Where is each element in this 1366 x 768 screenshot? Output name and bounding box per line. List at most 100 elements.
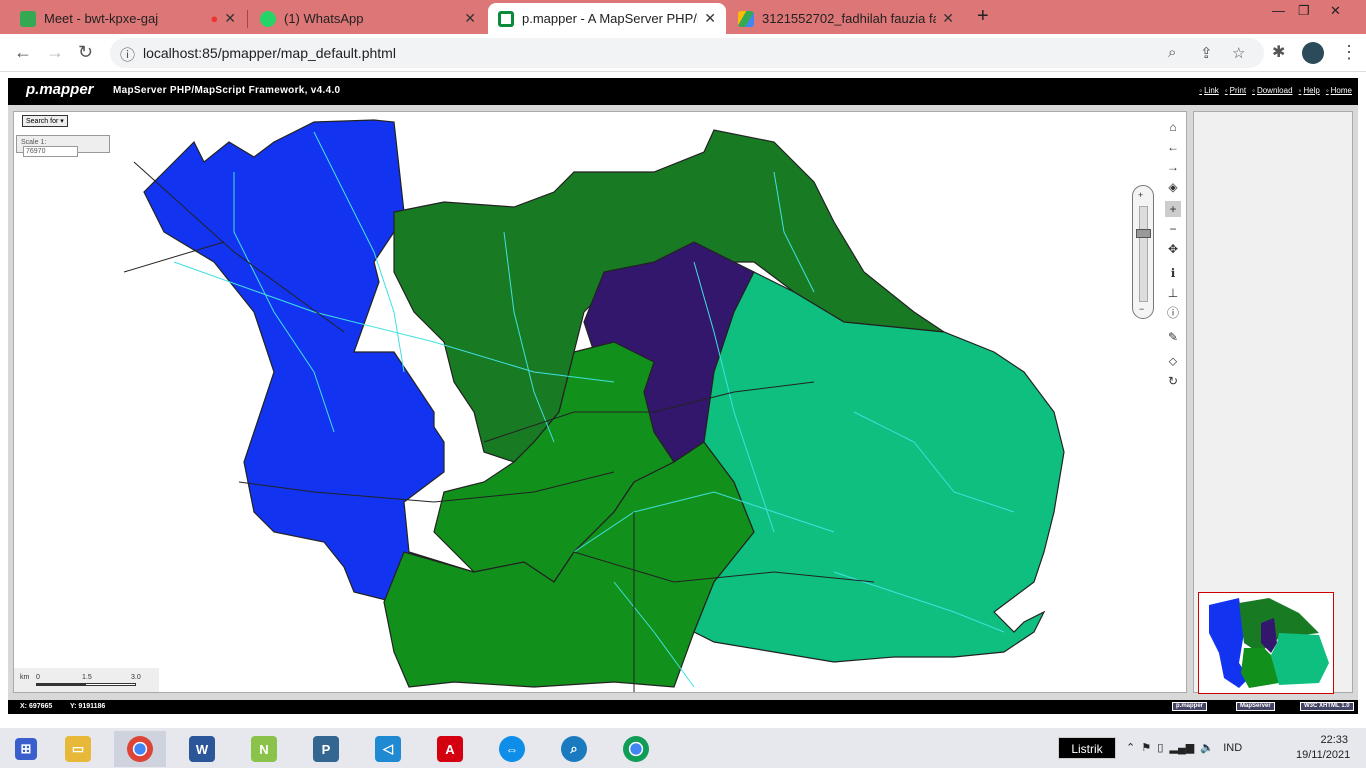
extensions-icon[interactable]: ✱	[1272, 42, 1285, 62]
zoom-track[interactable]	[1139, 206, 1148, 302]
clock-time: 22:33	[1320, 734, 1348, 746]
battery-icon[interactable]: ▯	[1157, 742, 1163, 754]
vscode-icon[interactable]: ◁	[362, 731, 414, 767]
notepadpp-icon[interactable]: N	[238, 731, 290, 767]
reload-button[interactable]: ↻	[78, 42, 93, 63]
scale-input[interactable]: 76970	[23, 146, 78, 157]
minimize-button[interactable]: —	[1272, 3, 1285, 18]
file-explorer-icon[interactable]: ▭	[52, 731, 104, 767]
postgresql-icon[interactable]: P	[300, 731, 352, 767]
restore-button[interactable]: ❐	[1298, 3, 1310, 19]
chevron-up-icon[interactable]: ⌃	[1126, 742, 1135, 754]
word-icon[interactable]: W	[176, 731, 228, 767]
w3c-badge[interactable]: W3C XHTML 1.0	[1300, 702, 1354, 711]
drive-icon	[738, 10, 754, 27]
scalebar-tick: 0	[36, 674, 40, 681]
new-tab-button[interactable]: +	[977, 5, 989, 28]
scalebar-tick: 1.5	[82, 674, 92, 681]
close-window-button[interactable]: ✕	[1330, 3, 1341, 19]
avatar[interactable]	[1302, 42, 1324, 64]
right-panel	[1193, 111, 1353, 694]
address-bar[interactable]: ⓘ localhost:85/pmapper/map_default.phtml…	[110, 38, 1264, 68]
flag-icon[interactable]: ⚑	[1141, 742, 1151, 754]
auto-identify-icon[interactable]: ⓘ	[1165, 305, 1181, 321]
search-for-select[interactable]: Search for ▾	[22, 115, 68, 127]
back-button[interactable]: ←	[14, 42, 32, 63]
map-pin-icon[interactable]: ◈	[1165, 179, 1181, 195]
reference-map-canvas	[1209, 598, 1329, 688]
refresh-icon[interactable]: ↻	[1165, 373, 1181, 389]
framework-title: MapServer PHP/MapScript Framework, v4.4.…	[113, 85, 341, 96]
language-indicator[interactable]: IND	[1223, 742, 1242, 754]
zoom-icon[interactable]: ⌕	[1168, 44, 1176, 61]
tab-pmapper[interactable]: p.mapper - A MapServer PHP/Ma ✕	[488, 3, 726, 34]
scale-box: Scale 1: 76970	[16, 135, 110, 157]
measure-icon[interactable]: ✎	[1165, 329, 1181, 345]
zoom-slider[interactable]: + −	[1132, 185, 1154, 319]
browser-toolbar: ← → ↻ ⓘ localhost:85/pmapper/map_default…	[0, 34, 1366, 72]
status-bar: X: 697665 Y: 9191186 p.mapper MapServer …	[8, 700, 1358, 714]
map-tools: ⌂ ← → ◈ + − ✥ ℹ ⊥ ⓘ ✎ ⬦ ↻	[1162, 105, 1184, 395]
forward-button[interactable]: →	[46, 42, 64, 63]
share-icon[interactable]: ⇪	[1200, 44, 1213, 62]
forward-arrow-icon[interactable]: →	[1165, 159, 1181, 175]
scale-label: Scale 1:	[21, 139, 47, 146]
tab-drive[interactable]: 3121552702_fadhilah fauzia faza ✕	[728, 3, 964, 34]
help-link[interactable]: Help	[1299, 86, 1319, 95]
pan-icon[interactable]: ✥	[1165, 241, 1181, 257]
map-window[interactable]: Search for ▾ Scale 1: 76970 km 0 1.5 3.0…	[13, 111, 1187, 693]
bookmark-star-icon[interactable]: ☆	[1232, 44, 1245, 62]
url-text: localhost:85/pmapper/map_default.phtml	[143, 45, 396, 61]
zoom-in-icon[interactable]: +	[1165, 201, 1181, 217]
chrome-icon[interactable]	[114, 731, 166, 767]
identify-icon[interactable]: ℹ	[1165, 265, 1181, 281]
select-icon[interactable]: ⊥	[1165, 285, 1181, 301]
menu-icon[interactable]: ⋮	[1340, 42, 1358, 63]
print-link[interactable]: Print	[1225, 86, 1246, 95]
browser-tab-bar: Meet - bwt-kpxe-gaj ● ✕ (1) WhatsApp ✕ p…	[0, 0, 1366, 34]
page-content: p.mapper MapServer PHP/MapScript Framewo…	[0, 72, 1366, 724]
teamviewer-icon[interactable]: ⇔	[486, 731, 538, 767]
close-icon[interactable]: ✕	[224, 10, 236, 27]
pmapper-header: p.mapper MapServer PHP/MapScript Framewo…	[8, 78, 1358, 105]
system-tray: ⌃ ⚑ ▯ ▂▄▆ 🔈 IND	[1126, 741, 1242, 754]
meet-icon	[20, 10, 36, 27]
zoom-slider-handle[interactable]	[1136, 229, 1151, 238]
pmapper-badge[interactable]: p.mapper	[1172, 702, 1208, 711]
reference-map[interactable]	[1198, 592, 1334, 694]
close-icon[interactable]: ✕	[464, 10, 476, 27]
home-link[interactable]: Home	[1326, 86, 1352, 95]
clock-date: 19/11/2021	[1296, 749, 1351, 761]
tab-meet[interactable]: Meet - bwt-kpxe-gaj ● ✕	[10, 3, 246, 34]
search-tool-icon[interactable]: ⌕	[548, 731, 600, 767]
acrobat-icon[interactable]: A	[424, 731, 476, 767]
home-icon[interactable]: ⌂	[1165, 119, 1181, 135]
x-coordinate: X: 697665	[20, 703, 53, 710]
chrome-icon[interactable]	[610, 731, 662, 767]
scalebar-tick: 3.0	[131, 674, 141, 681]
clear-icon[interactable]: ⬦	[1165, 353, 1181, 369]
mapserver-badge[interactable]: MapServer	[1236, 702, 1275, 711]
pmapper-icon	[498, 10, 514, 27]
tab-whatsapp[interactable]: (1) WhatsApp ✕	[250, 3, 486, 34]
windows-start-icon[interactable]: ⊞	[0, 731, 52, 767]
info-icon[interactable]: ⓘ	[120, 44, 135, 65]
whatsapp-icon	[260, 10, 276, 27]
back-arrow-icon[interactable]: ←	[1165, 139, 1181, 155]
map-canvas[interactable]	[14, 112, 1187, 693]
tab-separator	[247, 10, 248, 28]
network-icon[interactable]: ▂▄▆	[1170, 742, 1195, 754]
recording-icon: ●	[210, 11, 219, 26]
map-frame: Search for ▾ Scale 1: 76970 km 0 1.5 3.0…	[8, 105, 1358, 700]
close-icon[interactable]: ✕	[942, 10, 954, 27]
volume-icon[interactable]: 🔈	[1200, 742, 1214, 754]
download-link[interactable]: Download	[1252, 86, 1293, 95]
tab-title: 3121552702_fadhilah fauzia faza	[762, 11, 937, 26]
tab-title: Meet - bwt-kpxe-gaj	[44, 11, 159, 26]
close-icon[interactable]: ✕	[704, 10, 716, 27]
scalebar-unit: km	[20, 674, 30, 681]
zoom-out-icon[interactable]: −	[1165, 221, 1181, 237]
scale-bar: km 0 1.5 3.0	[14, 668, 159, 692]
clock[interactable]: 22:33 19/11/2021	[1296, 733, 1351, 763]
link-link[interactable]: Link	[1199, 86, 1219, 95]
